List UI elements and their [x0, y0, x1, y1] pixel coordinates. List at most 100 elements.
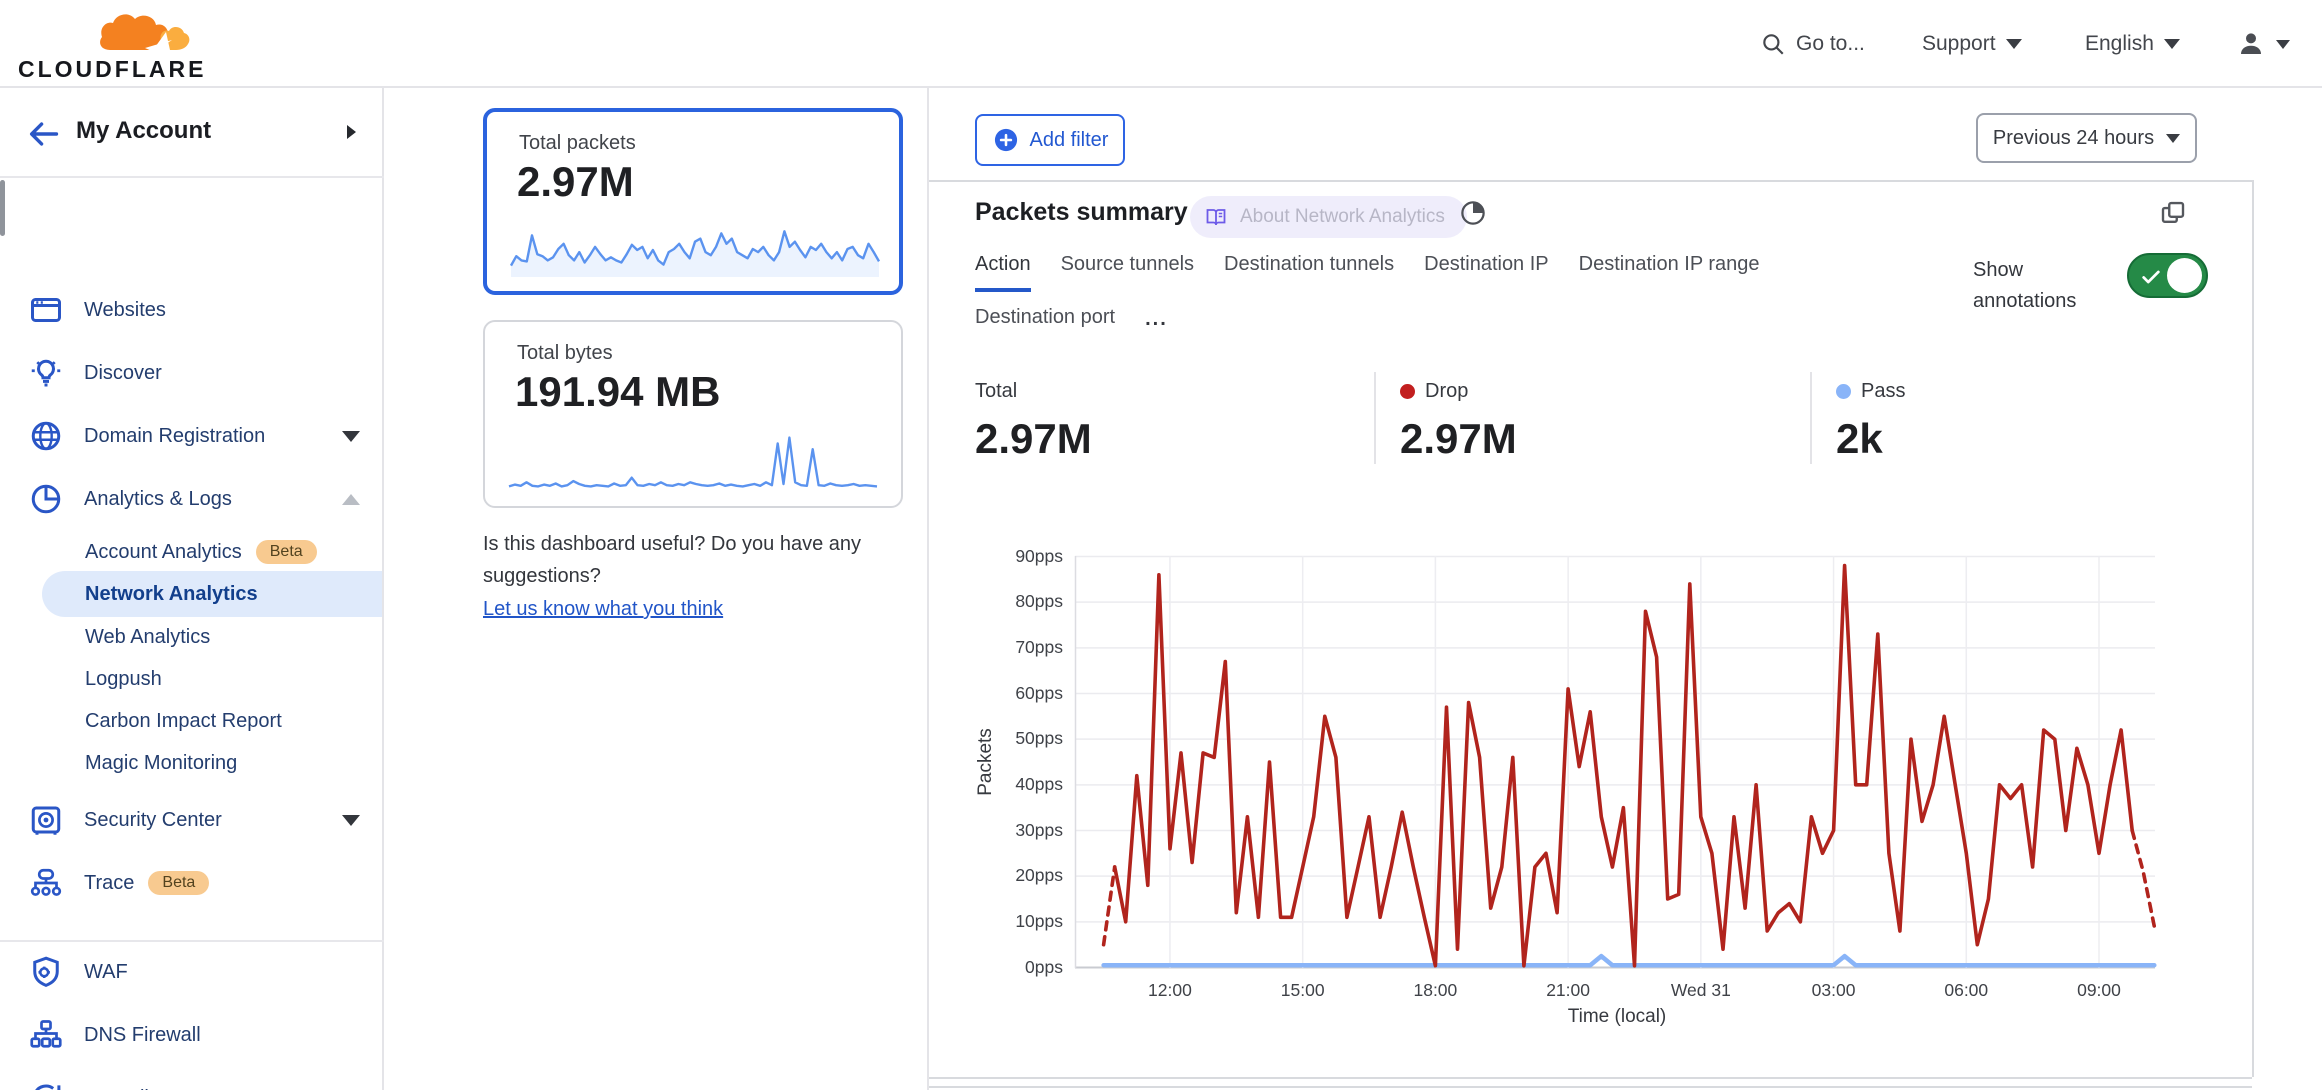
- sidebar-item-analytics-logs[interactable]: Analytics & Logs: [0, 477, 384, 521]
- drop-legend-dot: [1400, 384, 1415, 399]
- chevron-down-icon: [2166, 134, 2180, 143]
- pie-chart-icon: [28, 481, 64, 517]
- panel-bottom-border: [929, 1077, 2252, 1079]
- language-menu[interactable]: English: [2085, 0, 2180, 88]
- divider: [1374, 372, 1376, 464]
- chevron-down-icon: [2276, 40, 2290, 49]
- support-menu[interactable]: Support: [1922, 0, 2022, 88]
- y-axis-tick: 70pps: [943, 637, 1063, 658]
- support-label: Support: [1922, 32, 1996, 56]
- sidebar-item-dns-firewall[interactable]: DNS Firewall: [0, 1013, 384, 1057]
- sidebar-item-account-analytics[interactable]: Account Analytics Beta: [0, 530, 384, 574]
- card-value: 2.97M: [517, 158, 634, 206]
- user-icon: [2236, 29, 2266, 59]
- time-range-dropdown[interactable]: Previous 24 hours: [1976, 113, 2197, 163]
- next-panel-top-border: [929, 1086, 2252, 1088]
- browser-icon: [28, 292, 64, 328]
- y-axis-tick: 80pps: [943, 591, 1063, 612]
- sidebar-item-label: Discover: [84, 362, 162, 385]
- sidebar-item-websites[interactable]: Websites: [0, 288, 384, 332]
- chart-x-axis-label: Time (local): [1467, 1006, 1767, 1028]
- x-axis-tick: 09:00: [2049, 980, 2149, 1001]
- cloudflare-logo[interactable]: CLOUDFLARE: [18, 8, 198, 80]
- goto-label: Go to...: [1796, 32, 1865, 56]
- about-network-analytics-pill[interactable]: About Network Analytics: [1190, 196, 1467, 238]
- tab-action[interactable]: Action: [975, 253, 1031, 292]
- x-axis-tick: Wed 31: [1651, 980, 1751, 1001]
- x-axis-tick: 21:00: [1518, 980, 1618, 1001]
- sidebar-item-label: DNS Firewall: [84, 1024, 201, 1047]
- stat-label: Drop: [1425, 380, 1468, 403]
- my-account-label[interactable]: My Account: [76, 117, 211, 145]
- y-axis-tick: 60pps: [943, 683, 1063, 704]
- stat-label: Total: [975, 380, 1017, 403]
- show-annotations-toggle[interactable]: [2127, 253, 2208, 298]
- sidebar-scrollbar[interactable]: [0, 180, 5, 236]
- refresh-check-icon: [28, 1080, 64, 1090]
- account-menu[interactable]: [2236, 0, 2290, 88]
- back-arrow-icon[interactable]: [26, 117, 60, 151]
- sidebar-item-trace[interactable]: Trace Beta: [0, 861, 384, 905]
- sidebar-item-carbon-impact-report[interactable]: Carbon Impact Report: [0, 699, 384, 743]
- sidebar-item-network-analytics[interactable]: Network Analytics: [42, 571, 382, 617]
- add-filter-label: Add filter: [1030, 129, 1109, 152]
- y-axis-tick: 30pps: [943, 820, 1063, 841]
- x-axis-tick: 12:00: [1120, 980, 1220, 1001]
- y-axis-tick: 90pps: [943, 546, 1063, 567]
- sidebar: My Account Websites Discover: [0, 88, 384, 1090]
- sidebar-item-label: Security Center: [84, 809, 222, 832]
- sidebar-item-magic-monitoring[interactable]: Magic Monitoring: [0, 741, 384, 785]
- sidebar-item-label: Analytics & Logs: [84, 488, 232, 511]
- y-axis-tick: 40pps: [943, 774, 1063, 795]
- x-axis-tick: 18:00: [1385, 980, 1485, 1001]
- y-axis-tick: 50pps: [943, 728, 1063, 749]
- hierarchy-icon: [28, 1017, 64, 1053]
- sidebar-item-label: Account Analytics: [85, 541, 242, 564]
- sidebar-item-security-center[interactable]: Security Center: [0, 798, 384, 842]
- x-axis-tick: 15:00: [1253, 980, 1353, 1001]
- card-title: Total bytes: [517, 342, 613, 365]
- card-value: 191.94 MB: [515, 368, 720, 416]
- divider: [0, 176, 384, 178]
- duplicate-icon[interactable]: [2158, 198, 2188, 228]
- feedback-block: Is this dashboard useful? Do you have an…: [483, 528, 935, 625]
- tab-destination-port[interactable]: Destination port: [975, 306, 1115, 341]
- tab-destination-ip[interactable]: Destination IP: [1424, 253, 1549, 292]
- show-annotations-label: Show annotations: [1973, 255, 2108, 317]
- about-label: About Network Analytics: [1240, 206, 1445, 228]
- stat-value: 2.97M: [975, 415, 1092, 463]
- goto-search[interactable]: Go to...: [1760, 0, 1865, 88]
- top-nav: CLOUDFLARE Go to... Support English: [0, 0, 2322, 88]
- sidebar-item-label: Carbon Impact Report: [85, 710, 282, 733]
- security-center-icon: [28, 802, 64, 838]
- x-axis-tick: 06:00: [1916, 980, 2016, 1001]
- total-packets-card[interactable]: Total packets 2.97M: [483, 108, 903, 295]
- card-title: Total packets: [519, 132, 636, 155]
- check-icon: [2140, 266, 2162, 288]
- tab-source-tunnels[interactable]: Source tunnels: [1061, 253, 1194, 292]
- pie-chart-icon[interactable]: [1458, 198, 1488, 228]
- tab-destination-ip-range[interactable]: Destination IP range: [1579, 253, 1760, 292]
- sidebar-item-turnstile[interactable]: Turnstile: [0, 1076, 384, 1090]
- chevron-right-icon[interactable]: [347, 125, 356, 139]
- sidebar-item-web-analytics[interactable]: Web Analytics: [0, 615, 384, 659]
- feedback-link[interactable]: Let us know what you think: [483, 593, 723, 625]
- tabs-overflow-button[interactable]: ...: [1145, 306, 1168, 341]
- sidebar-item-domain-registration[interactable]: Domain Registration: [0, 414, 384, 458]
- tab-destination-tunnels[interactable]: Destination tunnels: [1224, 253, 1394, 292]
- sidebar-item-label: Logpush: [85, 668, 162, 691]
- cloudflare-dashboard: CLOUDFLARE Go to... Support English: [0, 0, 2322, 1090]
- add-filter-button[interactable]: Add filter: [975, 114, 1125, 166]
- globe-icon: [28, 418, 64, 454]
- sidebar-item-discover[interactable]: Discover: [0, 351, 384, 395]
- feedback-question: Is this dashboard useful? Do you have an…: [483, 528, 935, 592]
- sidebar-item-waf[interactable]: WAF: [0, 950, 384, 994]
- total-bytes-card[interactable]: Total bytes 191.94 MB: [483, 320, 903, 508]
- book-icon: [1204, 205, 1228, 229]
- toggle-knob: [2167, 258, 2202, 293]
- sidebar-item-logpush[interactable]: Logpush: [0, 657, 384, 701]
- pass-legend-dot: [1836, 384, 1851, 399]
- chevron-down-icon: [2006, 39, 2022, 49]
- total-packets-sparkline: [509, 219, 881, 279]
- x-axis-tick: 03:00: [1784, 980, 1884, 1001]
